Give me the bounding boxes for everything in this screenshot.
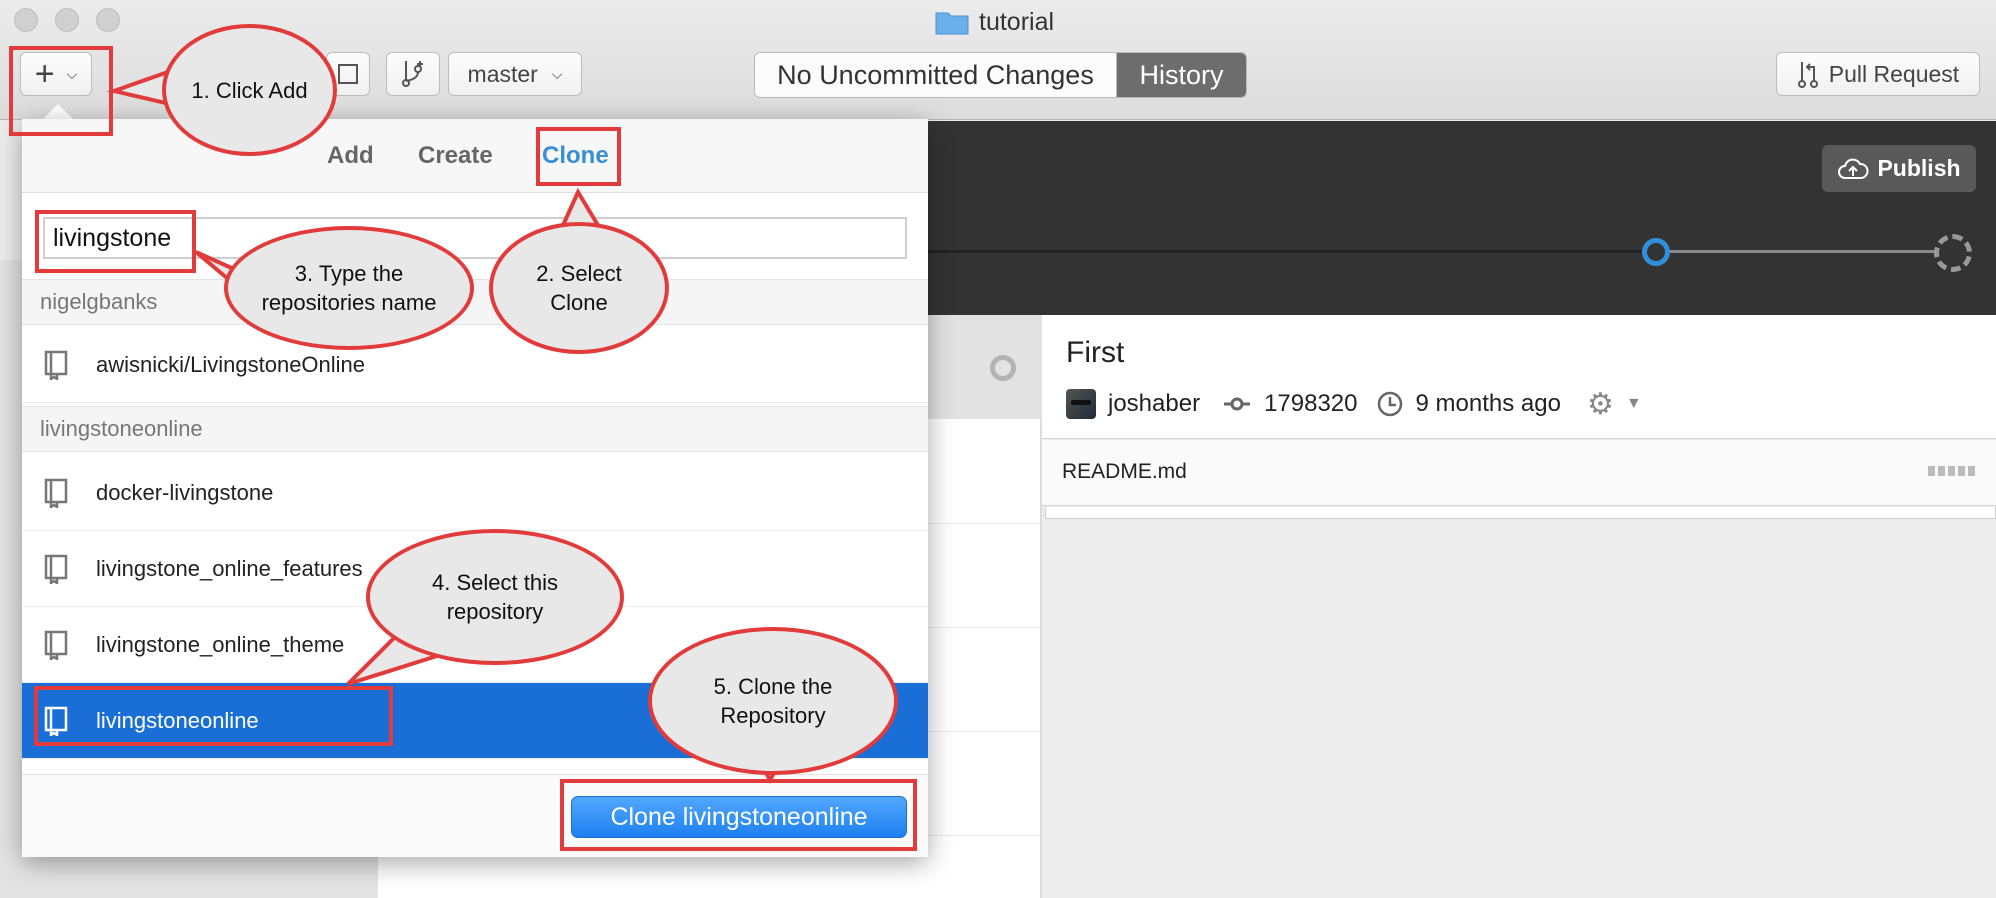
annotation-step-5: 5. Clone the Repository: [648, 627, 898, 775]
annotation-step-3: 3. Type the repositories name: [224, 226, 474, 350]
annotation-step-4: 4. Select this repository: [366, 529, 624, 665]
highlight-clone-button: [560, 779, 917, 851]
annotation-step-1: 1. Click Add: [162, 24, 337, 156]
annotation-step-2: 2. Select Clone: [489, 222, 669, 354]
highlight-selected-repo: [34, 686, 393, 746]
highlight-add-button: [9, 46, 113, 136]
highlight-clone-tab: [536, 127, 621, 186]
highlight-search-input: [35, 210, 196, 273]
